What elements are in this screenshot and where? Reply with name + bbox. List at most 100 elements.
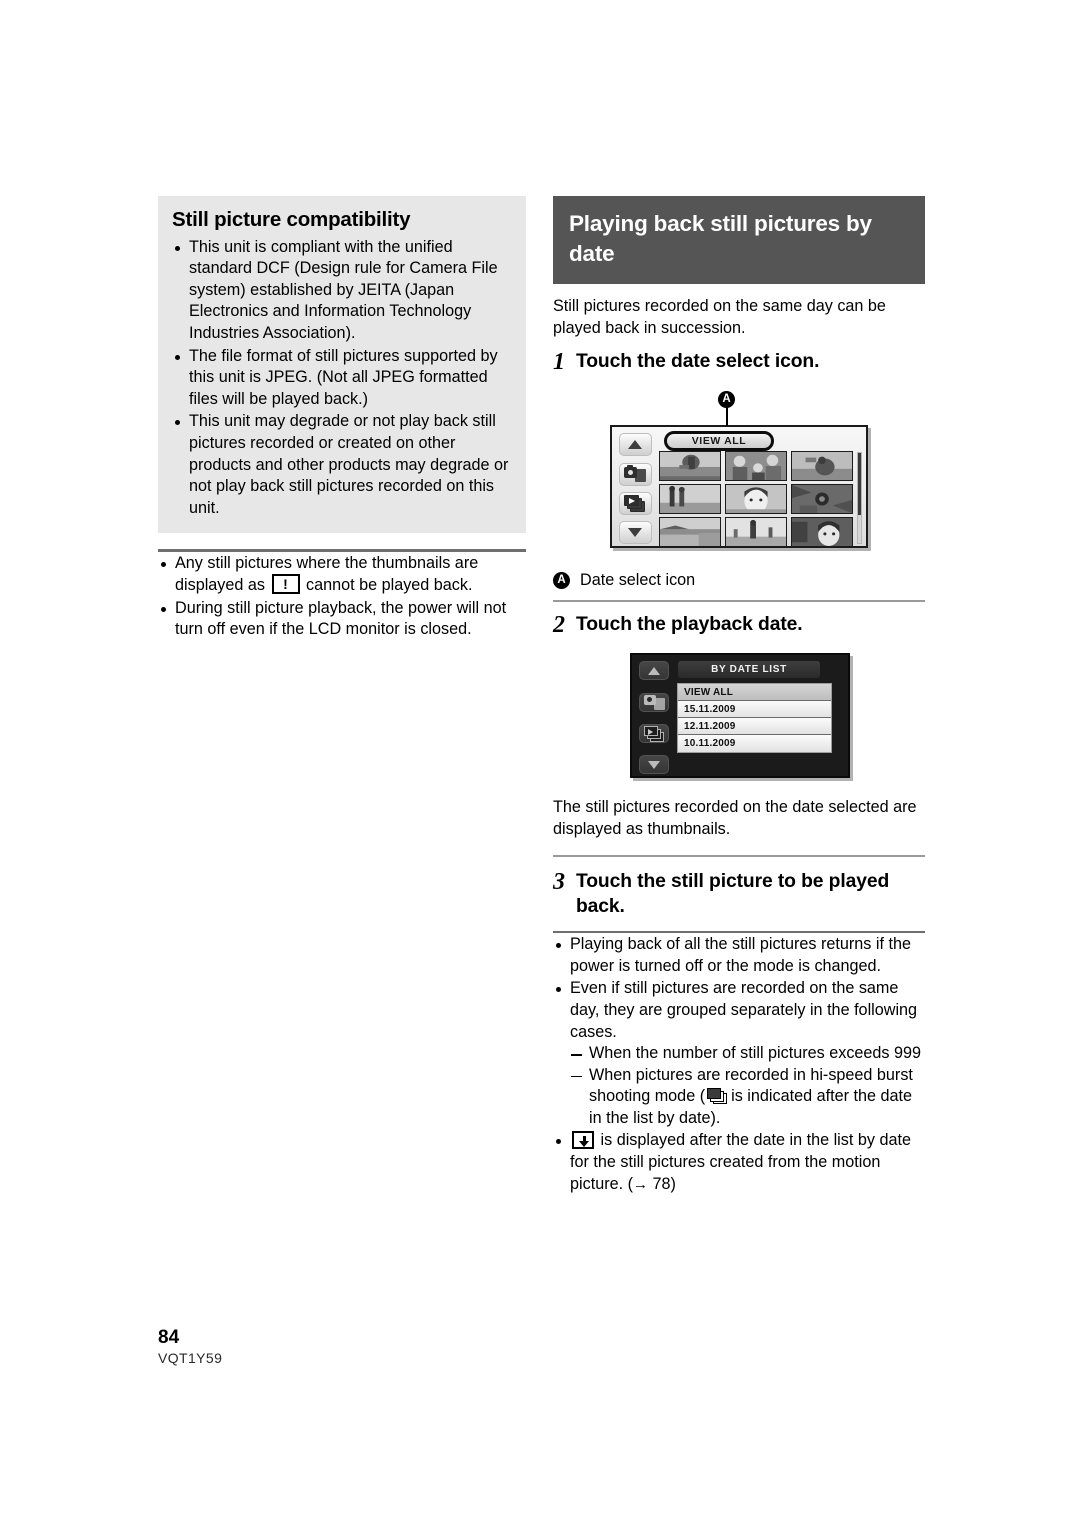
- scroll-down-button[interactable]: [618, 521, 652, 545]
- list-item: This unit may degrade or not play back s…: [172, 411, 512, 519]
- scroll-up-button[interactable]: [639, 661, 669, 681]
- thumbnail-photo-4: [660, 485, 720, 514]
- thumbnail-photo-6: [792, 485, 852, 514]
- step-2: 2 Touch the playback date.: [553, 612, 925, 639]
- step-3-text: Touch the still picture to be played bac…: [576, 870, 890, 917]
- divider: [553, 930, 925, 934]
- scrollbar-thumb[interactable]: [858, 453, 861, 516]
- thumbnail-grid: [659, 451, 859, 547]
- thumbnail-item[interactable]: [791, 517, 853, 547]
- thumbnail-photo-5: [726, 485, 786, 514]
- lcd-screen-thumbnail-view: A VIEW ALL: [553, 384, 925, 559]
- compatibility-bullet-list: This unit is compliant with the unified …: [172, 237, 512, 520]
- lcd-side-button-bar: [617, 431, 653, 546]
- by-date-list-panel: BY DATE LIST VIEW ALL 15.11.2009 12.11.2…: [670, 661, 844, 774]
- video-play-mode-icon: [643, 725, 665, 742]
- page-reference-number: 78: [652, 1174, 671, 1193]
- section-intro: Still pictures recorded on the same day …: [553, 297, 886, 337]
- callout-caption-a: A Date select icon: [553, 571, 925, 590]
- date-list: VIEW ALL 15.11.2009 12.11.2009 10.11.200…: [677, 683, 832, 754]
- thumbnail-photo-9: [792, 518, 852, 547]
- thumbnail-item[interactable]: [659, 451, 721, 482]
- grouping-cases-list: When the number of still pictures exceed…: [570, 1043, 925, 1129]
- thumbnail-photo-2: [726, 452, 786, 481]
- note-text-part2: cannot be played back.: [306, 576, 473, 595]
- scroll-down-icon: [648, 760, 660, 769]
- divider: [553, 600, 925, 603]
- list-item: The file format of still pictures suppor…: [172, 346, 512, 411]
- list-item: During still picture playback, the power…: [158, 598, 526, 641]
- thumbnail-photo-1: [660, 452, 720, 481]
- list-item: When the number of still pictures exceed…: [570, 1043, 925, 1065]
- list-item: When pictures are recorded in hi-speed b…: [570, 1065, 925, 1130]
- section-title: Playing back still pictures by date: [553, 196, 925, 284]
- page-reference-arrow-icon: →: [632, 1175, 648, 1193]
- lcd-screen-by-date-list: BY DATE LIST VIEW ALL 15.11.2009 12.11.2…: [553, 647, 925, 787]
- callout-marker-a-label: A: [553, 572, 570, 590]
- vertical-scrollbar[interactable]: [857, 452, 862, 545]
- list-item: is displayed after the date in the list …: [553, 1130, 925, 1195]
- callout-caption-text: Date select icon: [580, 571, 696, 590]
- page-footer: 84 VQT1Y59: [158, 1327, 222, 1367]
- page-number: 84: [158, 1327, 180, 1348]
- scroll-up-icon: [628, 440, 642, 450]
- by-date-list-title: BY DATE LIST: [678, 661, 820, 679]
- photo-mode-button[interactable]: [618, 462, 652, 486]
- thumbnail-item[interactable]: [791, 451, 853, 482]
- date-list-item[interactable]: 10.11.2009: [678, 735, 831, 753]
- manual-page: Still picture compatibility This unit is…: [0, 0, 1080, 1526]
- thumbnail-item[interactable]: [725, 484, 787, 515]
- list-item: Any still pictures where the thumbnails …: [158, 553, 526, 597]
- burst-shooting-icon: [707, 1088, 729, 1105]
- step-3: 3 Touch the still picture to be played b…: [553, 869, 925, 919]
- left-notes-list: Any still pictures where the thumbnails …: [158, 553, 526, 641]
- date-list-item[interactable]: 15.11.2009: [678, 701, 831, 719]
- step-1: 1 Touch the date select icon.: [553, 349, 925, 376]
- scroll-down-button[interactable]: [639, 755, 669, 775]
- thumbnail-item[interactable]: [659, 484, 721, 515]
- date-select-icon-button[interactable]: VIEW ALL: [664, 431, 774, 452]
- note-text: is displayed after the date in the list …: [570, 1131, 911, 1193]
- still-picture-compatibility-box: Still picture compatibility This unit is…: [158, 196, 526, 534]
- photo-mode-button[interactable]: [639, 692, 669, 712]
- lcd-frame: VIEW ALL: [610, 425, 868, 549]
- video-play-mode-button[interactable]: [618, 491, 652, 515]
- step-1-number: 1: [553, 349, 565, 376]
- photo-mode-icon: [624, 465, 646, 483]
- paren-close: ): [670, 1174, 676, 1193]
- thumbnail-item[interactable]: [725, 517, 787, 547]
- callout-marker-a: A: [718, 386, 735, 409]
- scroll-down-icon: [628, 528, 642, 538]
- step-2-number: 2: [553, 612, 565, 639]
- thumbnail-photo-8: [726, 518, 786, 547]
- scroll-up-icon: [648, 666, 660, 675]
- photo-mode-icon: [643, 694, 665, 711]
- right-column: Playing back still pictures by date Stil…: [553, 196, 925, 1195]
- video-play-mode-button[interactable]: [639, 724, 669, 744]
- step-2-text: Touch the playback date.: [576, 614, 803, 636]
- video-play-mode-icon: [624, 494, 646, 512]
- thumbnail-item[interactable]: [725, 451, 787, 482]
- step-1-text: Touch the date select icon.: [576, 351, 820, 373]
- list-item: Even if still pictures are recorded on t…: [553, 978, 925, 1129]
- list-item: Playing back of all the still pictures r…: [553, 934, 925, 977]
- date-list-item-view-all[interactable]: VIEW ALL: [678, 684, 831, 702]
- after-step-2-text: The still pictures recorded on the date …: [553, 798, 917, 838]
- document-code: VQT1Y59: [158, 1350, 223, 1366]
- left-column: Still picture compatibility This unit is…: [158, 196, 526, 641]
- divider: [553, 854, 925, 857]
- list-item: This unit is compliant with the unified …: [172, 237, 512, 345]
- lcd-frame: BY DATE LIST VIEW ALL 15.11.2009 12.11.2…: [630, 653, 850, 779]
- scroll-up-button[interactable]: [618, 433, 652, 457]
- step-3-number: 3: [553, 868, 565, 895]
- warning-exclamation-icon: [271, 574, 300, 595]
- thumbnail-item[interactable]: [791, 484, 853, 515]
- compatibility-heading: Still picture compatibility: [172, 208, 411, 231]
- date-list-item[interactable]: 12.11.2009: [678, 718, 831, 736]
- final-notes-list: Playing back of all the still pictures r…: [553, 934, 925, 1195]
- lcd-side-button-bar: [638, 661, 670, 775]
- note-text: Even if still pictures are recorded on t…: [570, 979, 918, 1041]
- thumbnail-photo-7: [660, 518, 720, 547]
- created-from-motion-picture-icon: [572, 1131, 594, 1150]
- thumbnail-item[interactable]: [659, 517, 721, 547]
